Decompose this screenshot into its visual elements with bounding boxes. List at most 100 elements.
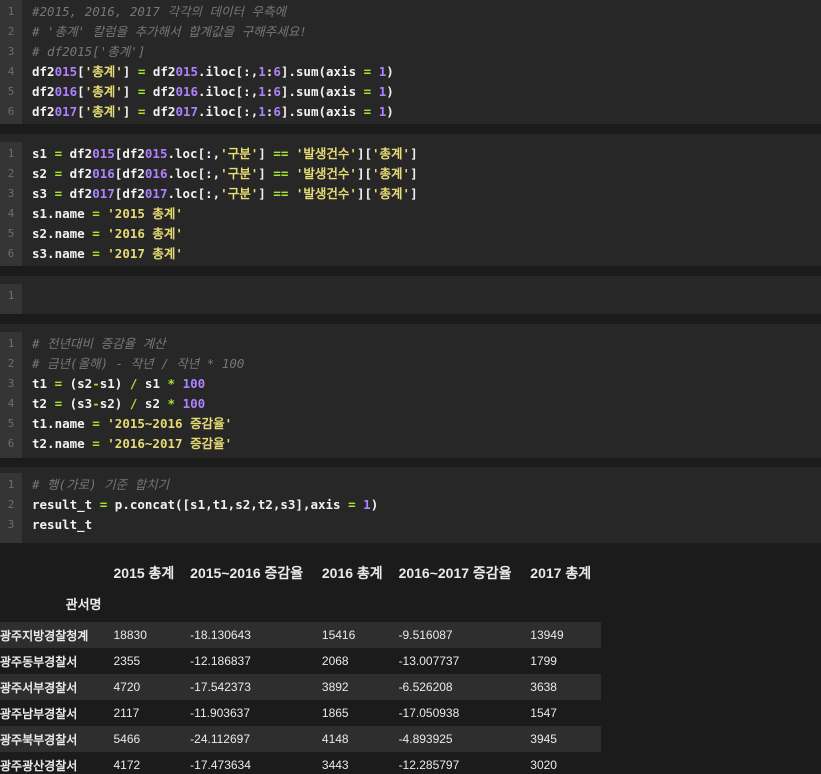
table-cell: -24.112697 [190,732,251,746]
line-number: 1 [7,337,15,350]
line-number: 3 [7,187,15,200]
code-line: s2 = df2016[df2016.loc[:,'구분'] == '발생건수'… [32,166,418,181]
line-number-gutter: 1 2 3 4 5 6 [0,142,22,266]
code-editor[interactable]: # 전년대비 증감율 계산 # 금년(올해) - 작년 / 작년 * 100 t1 … [22,332,821,458]
code-editor[interactable]: # 행(가로) 기준 합치기 result_t = p.concat([s1,t1… [22,473,821,543]
code-line: result_t = p.concat([s1,t1,s2,t2,s3],axi… [32,497,379,512]
column-header: 2015 총계 [113,565,175,581]
table-cell: 4720 [113,680,141,694]
column-header: 2017 총계 [530,565,592,581]
code-comment-line: # '총계' 칼럼을 추가해서 합계값을 구해주세요! [32,24,307,39]
table-cell: 2068 [321,654,349,668]
line-number: 4 [7,207,15,220]
row-index-label: 광주북부경찰서 [0,732,78,747]
line-number: 3 [7,377,15,390]
table-row: 광주동부경찰서 2355 -12.186837 2068 -13.007737 1799 [0,648,601,674]
line-number-gutter: 1 2 3 4 5 6 [0,0,22,124]
code-line: t2 = (s3-s2) / s2 * 100 [32,396,206,411]
line-number: 1 [7,147,15,160]
code-cell-4[interactable]: 1 2 3 4 5 6 # 전년대비 증감율 계산 # 금년(올해) - 작년 / 작년 *… [0,324,821,458]
table-cell: 18830 [113,628,147,642]
table-cell: 3892 [321,680,349,694]
table-cell: -17.050938 [398,706,460,720]
table-cell: 4148 [321,732,349,746]
table-cell: -12.285797 [398,758,460,772]
code-line: df2016['총계'] = df2016.iloc[:,1:6].sum(ax… [32,84,394,99]
code-comment-line: # 금년(올해) - 작년 / 작년 * 100 [32,356,245,371]
index-name: 관서명 [65,596,102,612]
code-cell-1[interactable]: 1 2 3 4 5 6 #2015, 2016, 2017 각각의 데이터 우측에 # '총… [0,0,821,124]
table-cell: 4172 [113,758,141,772]
table-cell: 3945 [530,732,557,746]
code-line: df2015['총계'] = df2015.iloc[:,1:6].sum(ax… [32,64,394,79]
code-editor[interactable]: #2015, 2016, 2017 각각의 데이터 우측에 # '총계' 칼럼을 … [22,0,821,124]
code-cell-3[interactable]: 1 [0,276,821,314]
output-dataframe: 2015 총계 2015~2016 증감율 2016 총계 2016~2017 … [0,556,601,774]
line-number-gutter: 1 2 3 [0,473,22,543]
table-cell: 3638 [530,680,557,694]
table-row: 광주북부경찰서 5466 -24.112697 4148 -4.893925 3945 [0,726,601,752]
dataframe-body: 광주지방경찰청계 18830 -18.130643 15416 -9.516087 139… [0,622,601,774]
column-header: 2015~2016 증감율 [190,565,304,581]
line-number: 3 [7,518,15,531]
table-cell: -4.893925 [398,732,453,746]
code-comment-line: #2015, 2016, 2017 각각의 데이터 우측에 [32,4,287,19]
index-header-row: 관서명 [0,590,601,622]
table-cell: -9.516087 [398,628,453,642]
code-editor[interactable] [22,284,821,314]
line-number: 1 [7,289,15,302]
column-header-row: 2015 총계 2015~2016 증감율 2016 총계 2016~2017 … [0,556,601,590]
code-comment-line: # 전년대비 증감율 계산 [32,336,166,351]
line-number: 5 [7,85,15,98]
table-cell: -6.526208 [398,680,453,694]
table-cell: -17.542373 [190,680,251,694]
table-cell: -13.007737 [398,654,460,668]
line-number: 4 [7,397,15,410]
row-index-label: 광주동부경찰서 [0,654,78,669]
table-cell: -12.186837 [190,654,251,668]
line-number: 3 [7,45,15,58]
code-line: s2.name = '2016 총계' [32,226,183,241]
line-number: 1 [7,478,15,491]
line-number: 5 [7,417,15,430]
table-row: 광주남부경찰서 2117 -11.903637 1865 -17.050938 1547 [0,700,601,726]
table-cell: 1865 [321,706,349,720]
line-number: 1 [7,5,15,18]
table-cell: 1547 [530,706,557,720]
table-cell: -18.130643 [190,628,251,642]
line-number-gutter: 1 [0,284,22,314]
code-cell-5[interactable]: 1 2 3 # 행(가로) 기준 합치기 result_t = p.concat([s… [0,467,821,543]
row-index-label: 광주광산경찰서 [0,758,78,773]
code-line: t2.name = '2016~2017 증감율' [32,436,233,451]
line-number: 6 [7,105,15,118]
code-editor[interactable]: s1 = df2015[df2015.loc[:,'구분'] == '발생건수'… [22,142,821,266]
line-number: 4 [7,65,15,78]
column-header: 2016 총계 [321,565,383,581]
code-line: s1.name = '2015 총계' [32,206,183,221]
row-index-label: 광주남부경찰서 [0,706,78,721]
table-cell: 13949 [530,628,564,642]
line-number: 2 [7,498,15,511]
code-line: s1 = df2015[df2015.loc[:,'구분'] == '발생건수'… [32,146,418,161]
line-number: 2 [7,25,15,38]
line-number-gutter: 1 2 3 4 5 6 [0,332,22,458]
column-header: 2016~2017 증감율 [398,565,512,581]
line-number: 2 [7,357,15,370]
code-line: result_t [32,517,93,532]
table-cell: 2355 [113,654,141,668]
line-number: 2 [7,167,15,180]
table-row: 광주광산경찰서 4172 -17.473634 3443 -12.285797 3020 [0,752,601,774]
table-cell: -17.473634 [190,758,251,772]
table-cell: 1799 [530,654,557,668]
table-row: 광주지방경찰청계 18830 -18.130643 15416 -9.516087 139… [0,622,601,648]
table-cell: 2117 [113,706,140,720]
table-cell: 3443 [321,758,349,772]
dataframe-table: 2015 총계 2015~2016 증감율 2016 총계 2016~2017 … [0,556,601,774]
code-comment-line: # df2015['총계'] [32,44,146,59]
code-cell-2[interactable]: 1 2 3 4 5 6 s1 = df2015[df2015.loc[:,'구분'] ==… [0,134,821,266]
code-comment-line: # 행(가로) 기준 합치기 [32,477,170,492]
line-number: 6 [7,247,15,260]
table-row: 광주서부경찰서 4720 -17.542373 3892 -6.526208 3638 [0,674,601,700]
row-index-label: 광주서부경찰서 [0,680,78,695]
table-cell: -11.903637 [190,706,251,720]
